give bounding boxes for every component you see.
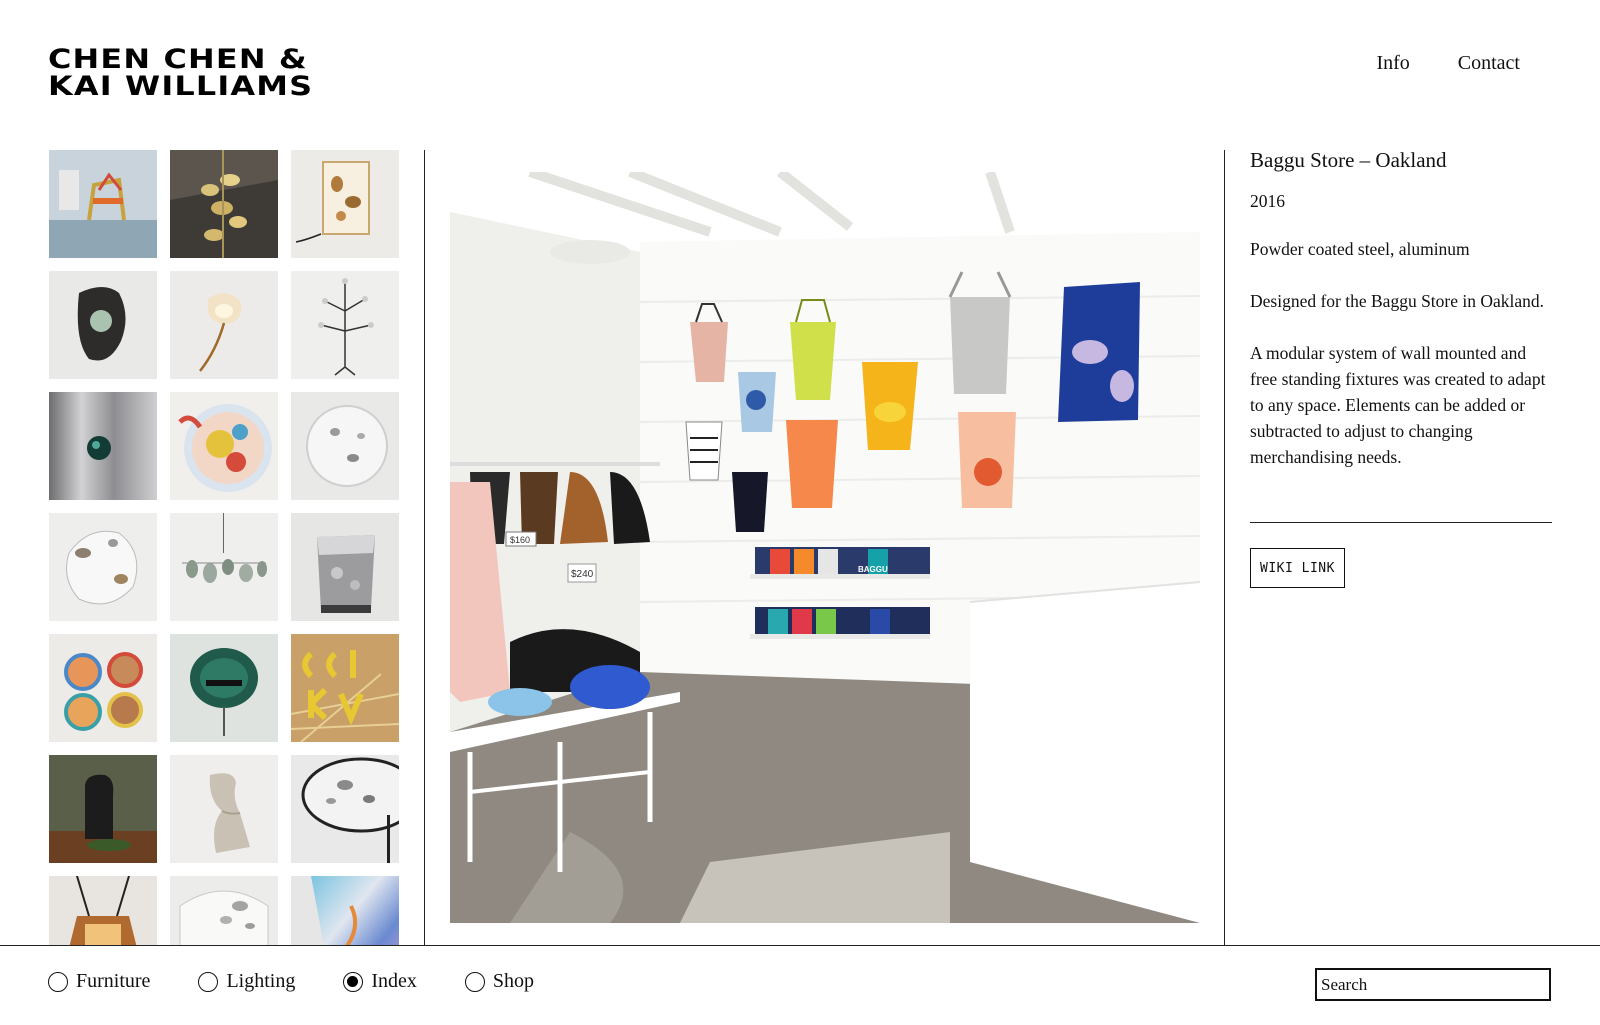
filter-index[interactable]: Index bbox=[343, 970, 417, 993]
project-title: Baggu Store – Oakland bbox=[1250, 148, 1447, 172]
details-divider bbox=[1250, 522, 1552, 523]
photo-price-tag-2: $240 bbox=[571, 569, 594, 580]
thumb-painted-vessel[interactable] bbox=[170, 392, 278, 500]
top-nav: Info Contact bbox=[1376, 52, 1520, 75]
divider-right bbox=[1224, 150, 1225, 946]
thumb-silver-stool[interactable] bbox=[291, 513, 399, 621]
divider-left bbox=[424, 150, 425, 946]
thumb-chair-sculpture[interactable] bbox=[49, 150, 157, 258]
filter-furniture-label: Furniture bbox=[76, 970, 151, 992]
radio-lighting[interactable] bbox=[198, 971, 219, 992]
photo-shelf-brand: BAGGU bbox=[858, 565, 888, 574]
thumb-steel-panel[interactable] bbox=[49, 392, 157, 500]
thumb-gold-chandelier[interactable] bbox=[170, 150, 278, 258]
site-logo[interactable]: CHEN CHEN & KAI WILLIAMS bbox=[48, 46, 313, 100]
filter-furniture[interactable]: Furniture bbox=[48, 970, 150, 993]
photo-price-tag-1: $160 bbox=[510, 535, 530, 545]
filter-lighting[interactable]: Lighting bbox=[198, 970, 295, 993]
project-thumbnail-grid bbox=[49, 150, 399, 945]
thumb-black-chair[interactable] bbox=[49, 755, 157, 863]
nav-contact-link[interactable]: Contact bbox=[1458, 52, 1520, 75]
thumb-flower-lamp[interactable] bbox=[170, 271, 278, 379]
thumb-pendant-lamp[interactable] bbox=[49, 876, 157, 945]
thumb-glass-table[interactable] bbox=[291, 755, 399, 863]
logo-line-2: KAI WILLIAMS bbox=[48, 71, 314, 102]
thumb-cube-lamp[interactable] bbox=[291, 150, 399, 258]
project-main-photo: $160 $240 BAGGU bbox=[450, 172, 1200, 923]
radio-shop[interactable] bbox=[464, 971, 485, 992]
filter-shop[interactable]: Shop bbox=[464, 970, 534, 993]
filter-lighting-label: Lighting bbox=[226, 970, 296, 992]
footer-divider bbox=[0, 945, 1600, 946]
filter-index-label: Index bbox=[371, 970, 417, 992]
radio-index[interactable] bbox=[343, 971, 364, 992]
thumb-hanging-mobile[interactable] bbox=[170, 513, 278, 621]
thumb-white-vase[interactable] bbox=[170, 876, 278, 945]
wiki-link-button[interactable]: WIKI LINK bbox=[1250, 548, 1345, 588]
thumb-green-mirror[interactable] bbox=[170, 634, 278, 742]
search-input[interactable] bbox=[1315, 968, 1551, 1001]
filter-shop-label: Shop bbox=[492, 970, 534, 992]
nav-info-link[interactable]: Info bbox=[1376, 52, 1409, 75]
thumb-rope-coasters[interactable] bbox=[49, 634, 157, 742]
thumb-straw-lettering[interactable] bbox=[291, 634, 399, 742]
thumb-wavy-chair[interactable] bbox=[170, 755, 278, 863]
project-materials: Powder coated steel, aluminum bbox=[1250, 239, 1470, 259]
thumb-iridescent-panel[interactable] bbox=[291, 876, 399, 945]
project-year: 2016 bbox=[1250, 191, 1285, 211]
thumb-candelabra[interactable] bbox=[291, 271, 399, 379]
thumb-stone-plate[interactable] bbox=[49, 513, 157, 621]
logo-line-1: CHEN CHEN & bbox=[48, 44, 308, 75]
thumb-white-dish[interactable] bbox=[291, 392, 399, 500]
project-summary: Designed for the Baggu Store in Oakland. bbox=[1250, 291, 1545, 311]
category-filters: Furniture Lighting Index Shop bbox=[48, 970, 582, 993]
radio-furniture[interactable] bbox=[48, 971, 68, 992]
project-description: A modular system of wall mounted and fre… bbox=[1250, 343, 1546, 467]
thumb-dark-mirror[interactable] bbox=[49, 271, 157, 379]
project-details: Baggu Store – Oakland 2016 Powder coated… bbox=[1250, 146, 1552, 496]
